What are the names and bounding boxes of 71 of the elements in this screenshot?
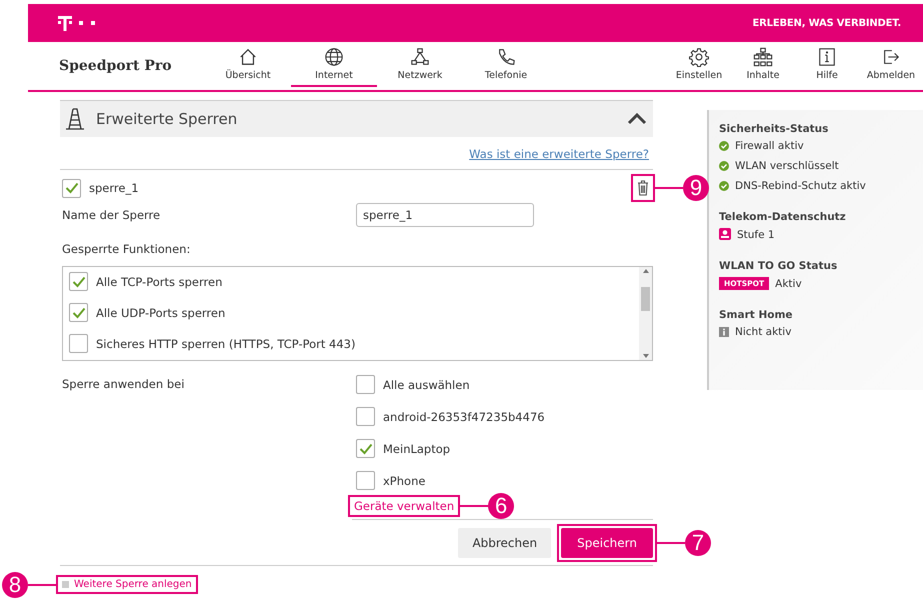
- rule-name: sperre_1: [89, 181, 139, 195]
- field-label: Name der Sperre: [62, 208, 162, 222]
- nav-tab[interactable]: Hilfe: [795, 42, 859, 87]
- nav-tab[interactable]: Internet: [291, 42, 377, 87]
- checkbox[interactable]: [69, 334, 88, 353]
- brand-name: Speedport Pro: [58, 57, 173, 76]
- nav-tab[interactable]: Netzwerk: [377, 42, 463, 87]
- home-icon: [238, 46, 258, 66]
- slogan: ERLEBEN, WAS VERBINDET.: [752, 18, 901, 28]
- nav-tab[interactable]: Einstellen: [667, 42, 731, 87]
- device-label: MeinLaptop: [383, 442, 450, 456]
- leader-line: [458, 505, 488, 507]
- section-header[interactable]: Erweiterte Sperren: [60, 100, 653, 137]
- info-icon: [719, 327, 729, 337]
- status-text: Nicht aktiv: [735, 326, 792, 338]
- check-circle-icon: [719, 161, 729, 171]
- info-icon: [817, 46, 837, 66]
- help-link[interactable]: Was ist eine erweiterte Sperre?: [469, 147, 649, 161]
- leader-line: [28, 584, 58, 586]
- status-text: Firewall aktiv: [735, 140, 804, 152]
- checkbox[interactable]: [62, 178, 81, 198]
- checkbox[interactable]: [356, 439, 375, 458]
- nav-tab[interactable]: Übersicht: [205, 42, 291, 87]
- field-label: Gesperrte Funktionen:: [62, 242, 192, 256]
- device-label: android-26353f47235b4476: [383, 410, 545, 424]
- nav-tab[interactable]: Inhalte: [731, 42, 795, 87]
- status-heading: WLAN TO GO Status: [719, 260, 838, 272]
- cancel-button[interactable]: Abbrechen: [458, 528, 552, 558]
- option-label: Alle UDP-Ports sperren: [96, 306, 226, 320]
- callout-number: 7: [685, 530, 711, 556]
- save-button[interactable]: Speichern: [561, 528, 653, 558]
- checkbox[interactable]: [356, 471, 375, 490]
- nav-tab[interactable]: Telefonie: [463, 42, 549, 87]
- device-label: xPhone: [383, 474, 426, 488]
- checkbox[interactable]: [69, 303, 88, 322]
- section-title: Erweiterte Sperren: [96, 110, 238, 128]
- gear-icon: [689, 46, 709, 66]
- status-text: Stufe 1: [737, 228, 775, 240]
- nav-tab[interactable]: Abmelden: [859, 42, 923, 87]
- add-rule-link[interactable]: Weitere Sperre anlegen: [60, 579, 194, 590]
- person-icon: [719, 228, 731, 241]
- status-text: Aktiv: [775, 278, 802, 290]
- plus-icon: [62, 581, 69, 588]
- scrollbar[interactable]: [639, 267, 652, 360]
- globe-icon: [324, 46, 344, 66]
- callout-number: 9: [683, 175, 709, 201]
- checkbox[interactable]: [69, 272, 88, 291]
- option-label: Alle TCP-Ports sperren: [96, 274, 222, 288]
- status-heading: Telekom-Datenschutz: [719, 211, 847, 223]
- status-text: DNS-Rebind-Schutz aktiv: [735, 180, 866, 192]
- check-circle-icon: [719, 141, 729, 151]
- callout-number: 8: [2, 572, 28, 598]
- network-icon: [410, 46, 430, 66]
- leader-line: [653, 187, 683, 189]
- callout-number: 6: [488, 493, 514, 519]
- phone-icon: [496, 46, 516, 66]
- delete-button[interactable]: [635, 178, 651, 198]
- leader-line: [655, 542, 685, 544]
- hierarchy-icon: [753, 46, 773, 66]
- manage-devices-link[interactable]: Geräte verwalten: [352, 499, 456, 513]
- checkbox[interactable]: [356, 407, 375, 426]
- check-circle-icon: [719, 181, 729, 191]
- option-label: Sicheres HTTP sperren (HTTPS, TCP-Port 443): [96, 336, 356, 350]
- tower-icon: [64, 107, 86, 131]
- status-heading: Smart Home: [719, 309, 794, 321]
- device-label: Alle auswählen: [383, 378, 470, 392]
- status-text: WLAN verschlüsselt: [735, 160, 839, 172]
- name-field[interactable]: sperre_1: [356, 203, 534, 227]
- status-heading: Sicherheits-Status: [719, 123, 830, 135]
- checkbox[interactable]: [356, 375, 375, 394]
- field-label: Sperre anwenden bei: [62, 376, 186, 393]
